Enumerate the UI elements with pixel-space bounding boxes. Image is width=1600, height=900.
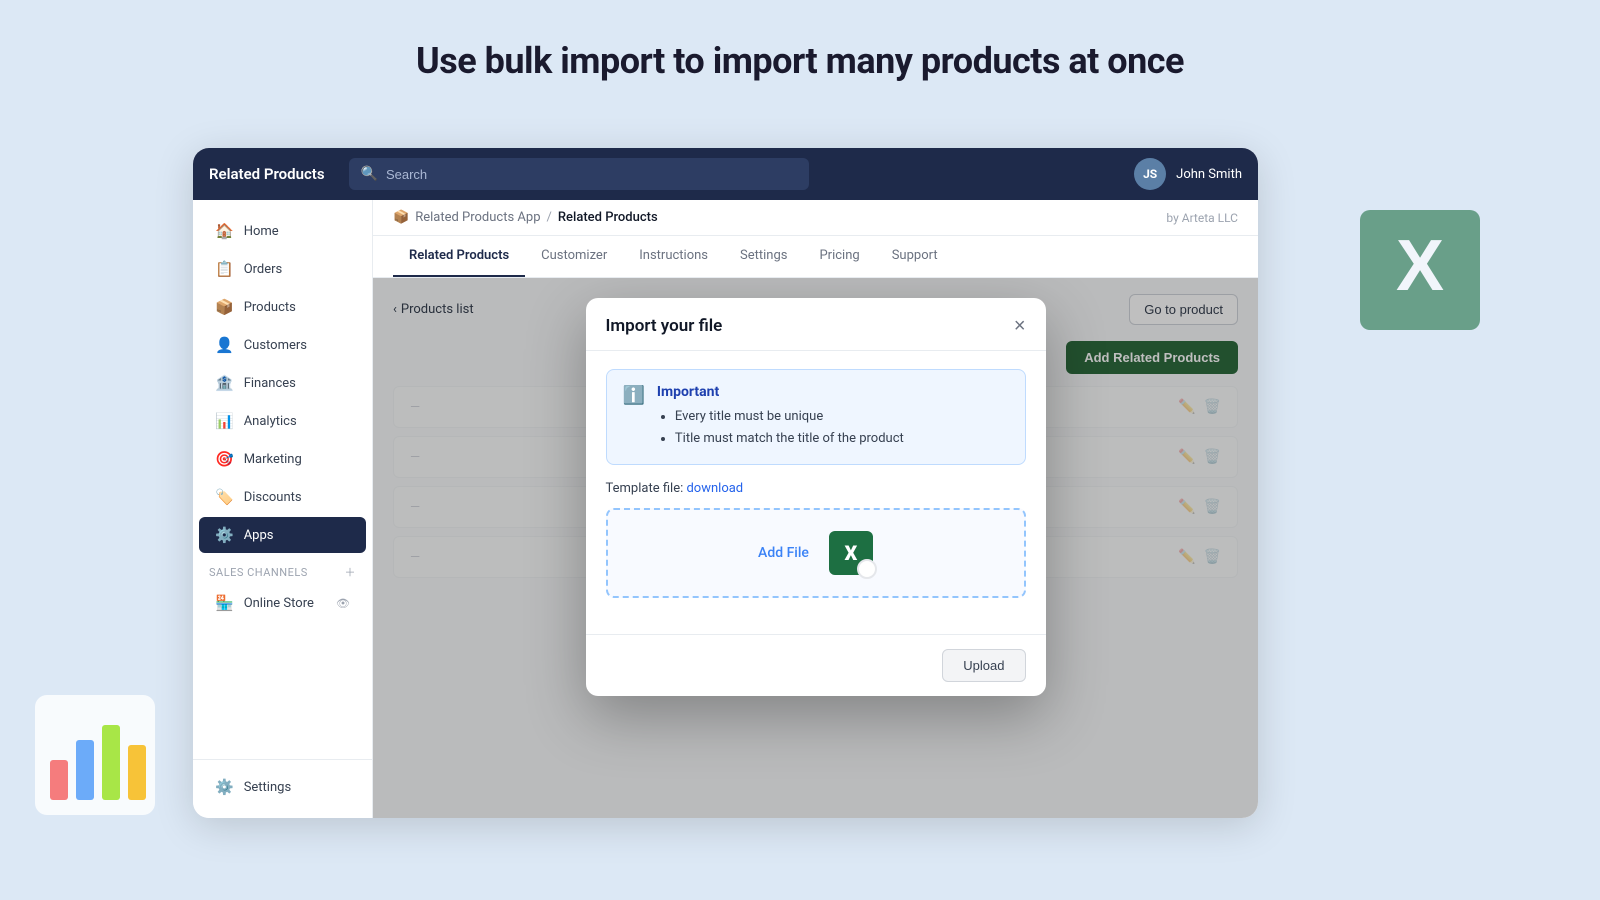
app-container: Related Products 🔍 JS John Smith 🏠 Home … — [193, 148, 1258, 818]
sales-channels-section: Sales channels ＋ — [193, 554, 372, 584]
info-bullet-2: Title must match the title of the produc… — [675, 428, 904, 450]
breadcrumb-app-link[interactable]: Related Products App — [415, 210, 540, 225]
sidebar-item-discounts[interactable]: 🏷️ Discounts — [199, 479, 366, 515]
sidebar-label-analytics: Analytics — [244, 414, 297, 429]
sidebar-item-finances[interactable]: 🏦 Finances — [199, 365, 366, 401]
tab-customizer[interactable]: Customizer — [525, 236, 623, 277]
sidebar-item-analytics[interactable]: 📊 Analytics — [199, 403, 366, 439]
eye-icon: 👁 — [336, 597, 350, 610]
sidebar-item-marketing[interactable]: 🎯 Marketing — [199, 441, 366, 477]
excel-file-icon: X — [829, 531, 873, 575]
topbar: Related Products 🔍 JS John Smith — [193, 148, 1258, 200]
page-headline: Use bulk import to import many products … — [0, 0, 1600, 82]
sidebar-label-finances: Finances — [244, 376, 296, 391]
import-modal: Import your file × ℹ️ Important — [586, 298, 1046, 696]
analytics-icon: 📊 — [215, 412, 234, 430]
drop-zone[interactable]: Add File X — [606, 508, 1026, 598]
sidebar-item-online-store[interactable]: 🏪 Online Store 👁 — [199, 585, 366, 621]
avatar: JS — [1134, 158, 1166, 190]
tab-instructions[interactable]: Instructions — [623, 236, 724, 277]
info-content: Important Every title must be unique Tit… — [657, 384, 904, 450]
breadcrumb-current: Related Products — [558, 210, 658, 225]
sidebar-label-apps: Apps — [244, 528, 274, 543]
svg-text:X: X — [1396, 226, 1444, 306]
deco-excel-icon: X — [1350, 200, 1490, 340]
sidebar-label-home: Home — [244, 224, 279, 239]
user-menu[interactable]: JS John Smith — [1134, 158, 1242, 190]
home-icon: 🏠 — [215, 222, 234, 240]
modal-body: ℹ️ Important Every title must be unique … — [586, 351, 1046, 634]
sidebar-label-discounts: Discounts — [244, 490, 302, 505]
template-download-link[interactable]: download — [686, 481, 743, 496]
template-label: Template file: — [606, 481, 684, 496]
tab-settings[interactable]: Settings — [724, 236, 803, 277]
modal-header: Import your file × — [586, 298, 1046, 351]
modal-footer: Upload — [586, 634, 1046, 696]
sidebar-item-products[interactable]: 📦 Products — [199, 289, 366, 325]
tabs-bar: Related Products Customizer Instructions… — [373, 236, 1258, 278]
info-bullet-1: Every title must be unique — [675, 406, 904, 428]
sidebar: 🏠 Home 📋 Orders 📦 Products 👤 Customers 🏦… — [193, 200, 373, 818]
tab-related-products[interactable]: Related Products — [393, 236, 525, 277]
modal-close-button[interactable]: × — [1014, 316, 1026, 336]
add-file-text[interactable]: Add File — [758, 545, 809, 561]
sidebar-label-marketing: Marketing — [244, 452, 302, 467]
info-title: Important — [657, 384, 904, 400]
user-name: John Smith — [1176, 167, 1242, 182]
discounts-icon: 🏷️ — [215, 488, 234, 506]
sidebar-label-online-store: Online Store — [244, 596, 314, 611]
by-arteta-label: by Arteta LLC — [1166, 211, 1238, 225]
add-sales-channel-icon[interactable]: ＋ — [345, 564, 357, 580]
upload-button[interactable]: Upload — [942, 649, 1025, 682]
main-content: 📦 Related Products App / Related Product… — [373, 200, 1258, 818]
orders-icon: 📋 — [215, 260, 234, 278]
sidebar-bottom: ⚙️ Settings — [193, 759, 372, 806]
sidebar-item-home[interactable]: 🏠 Home — [199, 213, 366, 249]
customers-icon: 👤 — [215, 336, 234, 354]
breadcrumb-bar: 📦 Related Products App / Related Product… — [373, 200, 1258, 236]
sidebar-label-orders: Orders — [244, 262, 283, 277]
online-store-icon: 🏪 — [215, 594, 234, 612]
modal-overlay: Import your file × ℹ️ Important — [373, 278, 1258, 818]
products-icon: 📦 — [215, 298, 234, 316]
tab-pricing[interactable]: Pricing — [803, 236, 875, 277]
app-body: 🏠 Home 📋 Orders 📦 Products 👤 Customers 🏦… — [193, 200, 1258, 818]
content-area: ‹ Products list Go to product Add Relate… — [373, 278, 1258, 818]
breadcrumb: 📦 Related Products App / Related Product… — [393, 210, 658, 225]
finances-icon: 🏦 — [215, 374, 234, 392]
search-input[interactable] — [386, 167, 797, 182]
topbar-brand: Related Products — [209, 165, 325, 183]
sidebar-item-settings[interactable]: ⚙️ Settings — [199, 769, 366, 805]
sidebar-label-settings: Settings — [244, 780, 291, 795]
apps-icon: ⚙️ — [215, 526, 234, 544]
info-icon: ℹ️ — [623, 385, 645, 450]
search-bar[interactable]: 🔍 — [349, 158, 809, 190]
settings-icon: ⚙️ — [215, 778, 234, 796]
deco-chart-icon — [30, 690, 160, 820]
sidebar-label-customers: Customers — [244, 338, 307, 353]
sidebar-item-customers[interactable]: 👤 Customers — [199, 327, 366, 363]
search-icon: 🔍 — [361, 166, 378, 182]
sidebar-label-products: Products — [244, 300, 296, 315]
sidebar-item-apps[interactable]: ⚙️ Apps — [199, 517, 366, 553]
modal-title: Import your file — [606, 316, 723, 336]
tab-support[interactable]: Support — [876, 236, 954, 277]
breadcrumb-separator: / — [547, 210, 552, 225]
marketing-icon: 🎯 — [215, 450, 234, 468]
info-list: Every title must be unique Title must ma… — [657, 406, 904, 450]
template-line: Template file: download — [606, 481, 1026, 496]
breadcrumb-app-icon: 📦 — [393, 210, 409, 225]
sidebar-item-orders[interactable]: 📋 Orders — [199, 251, 366, 287]
info-box: ℹ️ Important Every title must be unique … — [606, 369, 1026, 465]
